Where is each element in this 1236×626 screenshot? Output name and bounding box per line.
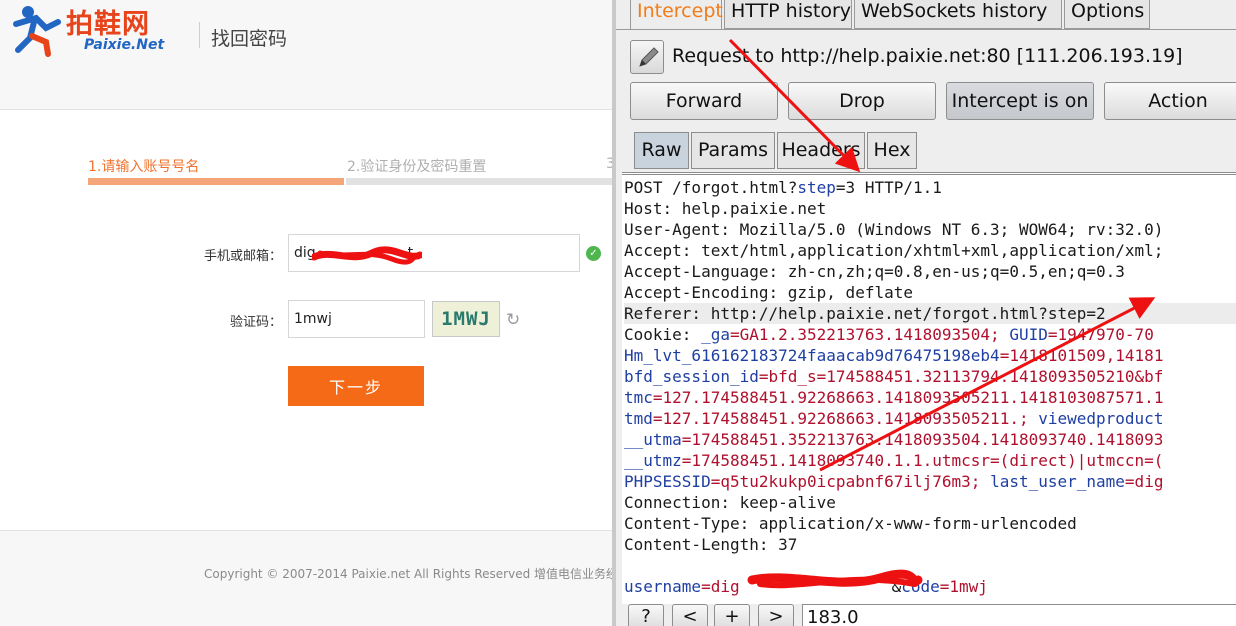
request-line-1: POST /forgot.html?step=3 HTTP/1.1 — [624, 178, 942, 197]
next-match-button[interactable]: > — [758, 604, 794, 626]
site-logo[interactable]: 拍鞋网 Paixie.Net — [8, 2, 188, 58]
request-body: username=dig &code=1mwj — [624, 577, 988, 596]
request-line-cookie-utmz: __utmz=174588451.1418093740.1.1.utmcsr=(… — [624, 451, 1164, 470]
tab-http-history[interactable]: HTTP history — [724, 0, 852, 29]
request-line-cookie: Cookie: _ga=GA1.2.352213763.1418093504; … — [624, 325, 1154, 344]
request-line-user-agent: User-Agent: Mozilla/5.0 (Windows NT 6.3;… — [624, 220, 1164, 239]
edit-request-button[interactable] — [630, 40, 664, 74]
tab-headers[interactable]: Headers — [777, 132, 865, 169]
pencil-icon — [639, 47, 659, 67]
tab-params[interactable]: Params — [691, 132, 775, 169]
action-button[interactable]: Action — [1104, 82, 1236, 120]
tab-raw[interactable]: Raw — [634, 132, 689, 169]
request-target-label: Request to http://help.paixie.net:80 [11… — [672, 45, 1183, 67]
account-label: 手机或邮箱： — [203, 249, 282, 264]
header-divider — [199, 22, 200, 48]
website-pane: 拍鞋网 Paixie.Net 找回密码 1.请输入账号号名 2.验证身份及密码重… — [0, 0, 612, 626]
request-line-host: Host: help.paixie.net — [624, 199, 827, 218]
progress-steps: 1.请输入账号号名 2.验证身份及密码重置 3 — [88, 156, 612, 188]
site-header: 拍鞋网 Paixie.Net 找回密码 — [0, 0, 612, 110]
step-1-label: 1.请输入账号号名 — [88, 159, 200, 175]
check-icon: ✓ — [586, 246, 601, 261]
search-bar: ? < + > 183.0 — [622, 604, 1236, 626]
request-line-cookie-utma: __utma=174588451.352213763.1418093504.14… — [624, 430, 1164, 449]
next-step-button[interactable]: 下一步 — [288, 366, 424, 406]
request-line-accept-encoding: Accept-Encoding: gzip, deflate — [624, 283, 913, 302]
help-button[interactable]: ? — [628, 604, 664, 626]
captcha-input[interactable]: 1mwj — [288, 300, 425, 338]
redaction-scribble — [312, 246, 422, 265]
copyright-text: Copyright © 2007-2014 Paixie.net All Rig… — [204, 567, 612, 581]
request-line-cookie-phpsessid: PHPSESSID=q5tu2kukp0icpabnf67ilj76m3; la… — [624, 472, 1164, 491]
previous-match-button[interactable]: < — [672, 604, 708, 626]
captcha-label: 验证码： — [229, 315, 282, 330]
request-line-accept-language: Accept-Language: zh-cn,zh;q=0.8,en-us;q=… — [624, 262, 1125, 281]
intercept-toggle-button[interactable]: Intercept is on — [946, 82, 1094, 120]
request-line-referer: Referer: http://help.paixie.net/forgot.h… — [624, 303, 1236, 324]
forward-button[interactable]: Forward — [630, 82, 778, 120]
logo-en-text: Paixie.Net — [84, 37, 165, 53]
request-line-cookie-bfd: bfd_session_id=bfd_s=174588451.32113794.… — [624, 367, 1164, 386]
step-bar-active — [88, 178, 344, 185]
step-bar-inactive — [346, 178, 612, 185]
tab-hex[interactable]: Hex — [867, 132, 917, 169]
captcha-image-text: 1MWJ — [441, 308, 491, 330]
request-line-cookie-hm: Hm_lvt_616162183724faaacab9d76475198eb4=… — [624, 346, 1164, 365]
burp-proxy-pane: Intercept HTTP history WebSockets histor… — [612, 0, 1236, 626]
drop-button[interactable]: Drop — [788, 82, 936, 120]
tab-intercept[interactable]: Intercept — [630, 0, 723, 29]
runner-logo-icon — [13, 6, 61, 57]
search-input[interactable]: 183.0 — [802, 604, 1236, 626]
raw-request-editor[interactable]: POST /forgot.html?step=3 HTTP/1.1 Host: … — [622, 172, 1236, 604]
request-line-content-length: Content-Length: 37 — [624, 535, 798, 554]
logo-cn-text: 拍鞋网 — [66, 9, 150, 40]
step-2-label: 2.验证身份及密码重置 — [347, 159, 487, 175]
tab-websockets-history[interactable]: WebSockets history — [854, 0, 1062, 29]
site-footer: Copyright © 2007-2014 Paixie.net All Rig… — [0, 530, 612, 626]
request-line-cookie-tmc: tmc=127.174588451.92268663.1418093505211… — [624, 388, 1164, 407]
options-plus-button[interactable]: + — [714, 604, 750, 626]
page-title: 找回密码 — [211, 28, 288, 50]
tabs-underline — [616, 29, 1236, 30]
refresh-icon[interactable]: ↻ — [506, 311, 524, 329]
captcha-image[interactable]: 1MWJ — [432, 301, 500, 337]
request-line-accept: Accept: text/html,application/xhtml+xml,… — [624, 241, 1164, 260]
request-line-content-type: Content-Type: application/x-www-form-url… — [624, 514, 1077, 533]
request-line-cookie-tmd: tmd=127.174588451.92268663.1418093505211… — [624, 409, 1164, 428]
request-line-connection: Connection: keep-alive — [624, 493, 836, 512]
tab-options[interactable]: Options — [1064, 0, 1150, 29]
